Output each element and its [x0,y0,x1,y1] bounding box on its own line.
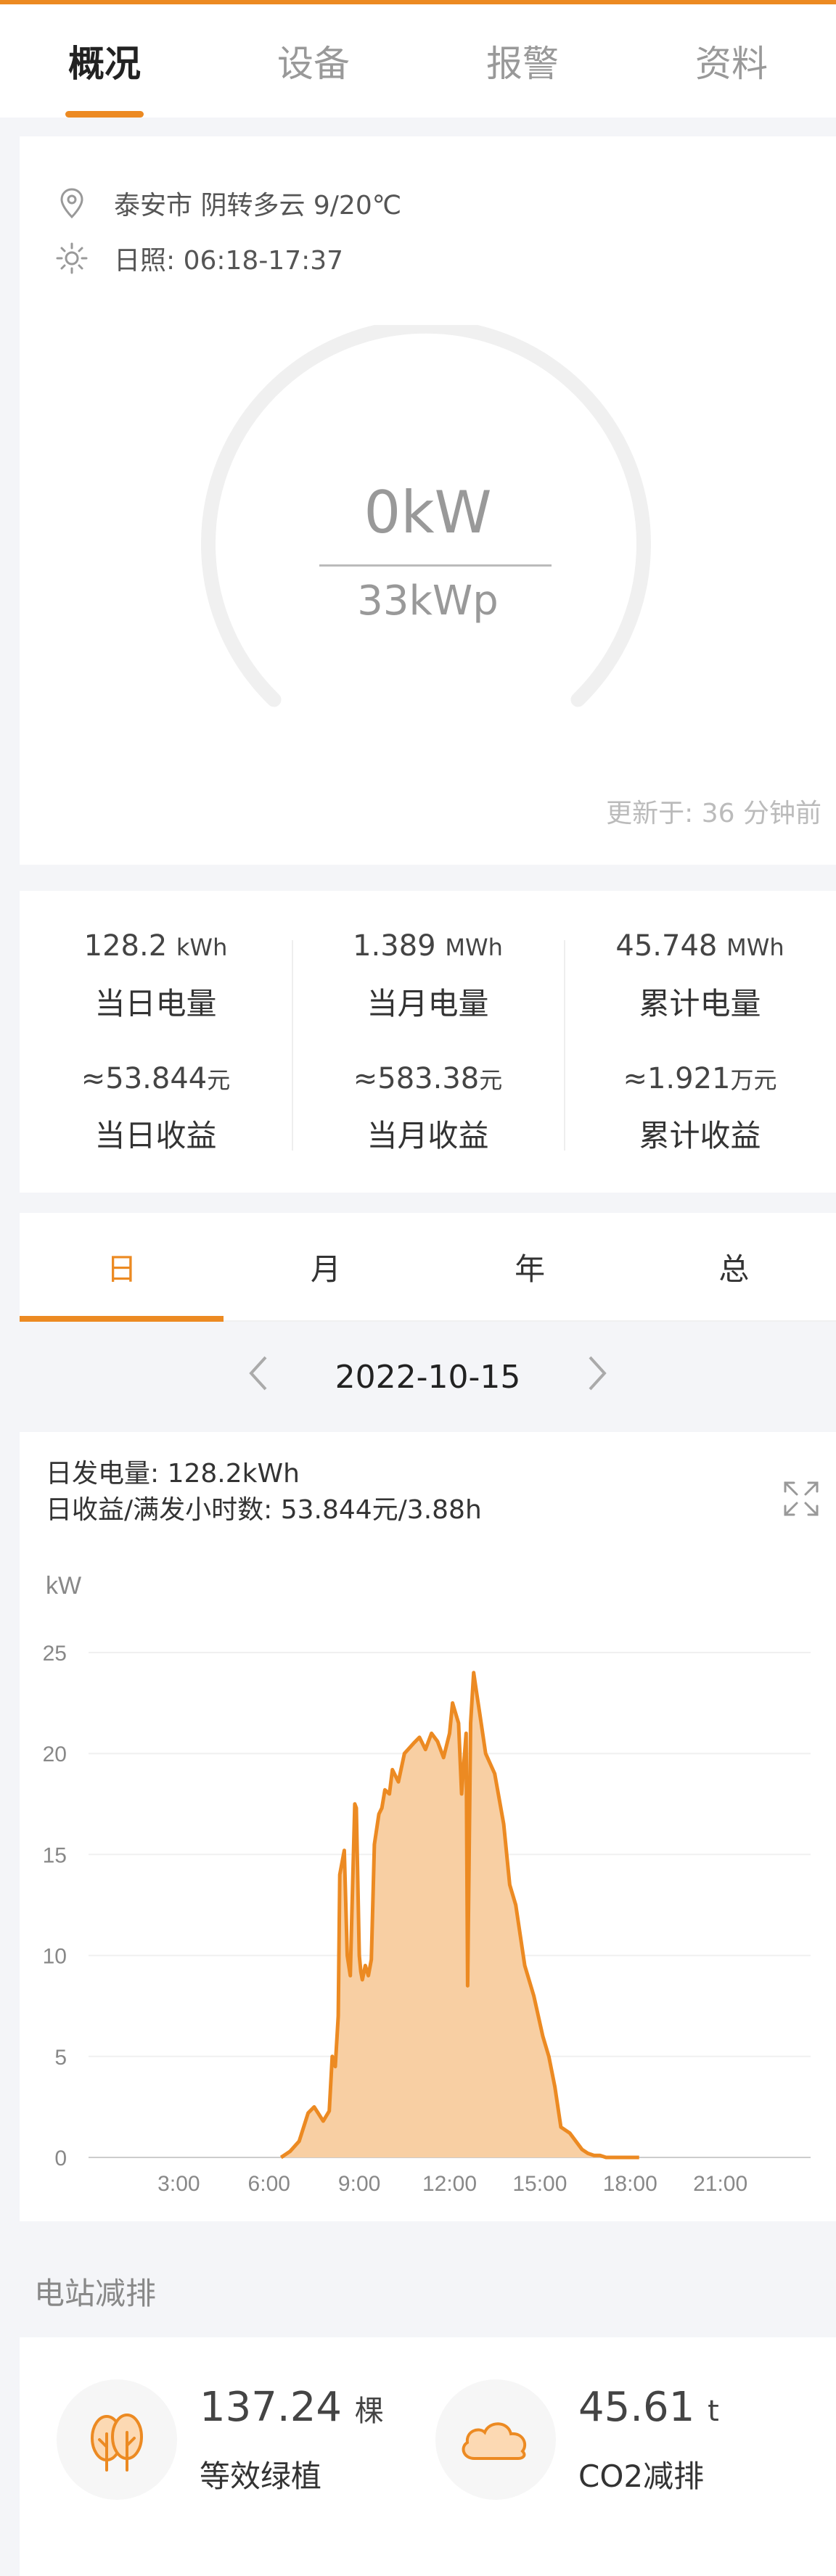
tab-year[interactable]: 年 [428,1213,632,1320]
cloud-icon-circle [435,2379,556,2500]
total-energy: 45.748 MWh [615,929,784,963]
y-tick-label: 20 [43,1742,67,1766]
y-tick-label: 25 [43,1642,67,1666]
tab-month[interactable]: 月 [224,1213,427,1320]
tree-value: 137.24 棵 [200,2384,384,2431]
x-tick-label: 3:00 [157,2172,200,2196]
cloud-icon [462,2422,527,2460]
tab-alarms[interactable]: 报警 [418,4,627,118]
section-title-emission: 电站减排 [34,2276,157,2311]
energy-stats-card: 128.2 kWh 当日电量 ≈53.844元 当日收益 1.389 MWh 当… [20,891,836,1193]
x-tick-label: 15:00 [512,2172,567,2196]
tab-documents[interactable]: 资料 [627,4,836,118]
y-tick-label: 0 [54,2147,67,2170]
tab-devices[interactable]: 设备 [209,4,418,118]
today-energy: 128.2 kWh [83,929,228,963]
x-tick-label: 18:00 [603,2172,657,2196]
updated-time: 更新于: 36 分钟前 [606,799,821,828]
power-chart-card: 日发电量: 128.2kWh 日收益/满发小时数: 53.844元/3.88h … [20,1432,836,2221]
today-energy-label: 当日电量 [94,986,217,1021]
y-tick-label: 10 [43,1945,67,1969]
installed-capacity: 33kWp [357,577,499,625]
power-area-chart: kW 0 5 10 15 20 25 3:00 6:00 9:00 12:00 15:00 18:00 2… [43,1572,811,2196]
weather-row: 泰安市 阴转多云 9/20℃ [54,184,401,222]
main-tab-bar: 概况 设备 报警 资料 [0,4,836,118]
x-tick-label: 12:00 [422,2172,477,2196]
today-income-label: 当日收益 [94,1118,217,1153]
y-tick-label: 5 [54,2046,67,2070]
x-tick-label: 21:00 [693,2172,747,2196]
co2-value: 45.61 t [578,2384,719,2431]
stat-total: 45.748 MWh 累计电量 ≈1.921万元 累计收益 [564,891,836,1193]
emission-reduction-card: 137.24 棵 等效绿植 45.61 t CO2减排 [20,2337,836,2576]
sun-icon [56,242,88,274]
month-energy-label: 当月电量 [366,986,489,1021]
selected-date[interactable]: 2022-10-15 [335,1359,521,1396]
weather-text: 泰安市 阴转多云 9/20℃ [114,191,402,221]
sunlight-row: 日照: 06:18-17:37 [54,239,343,277]
sunlight-text: 日照: 06:18-17:37 [114,246,344,276]
location-pin-icon [60,188,83,219]
tree-icon [91,2414,143,2472]
chevron-left-icon[interactable] [247,1354,270,1400]
station-status-card: 泰安市 阴转多云 9/20℃ 日照: 06:18-17:37 0kW 33kWp… [20,136,836,865]
tab-overview[interactable]: 概况 [0,4,209,118]
month-income-label: 当月收益 [366,1118,489,1153]
tab-total[interactable]: 总 [632,1213,836,1320]
stat-today: 128.2 kWh 当日电量 ≈53.844元 当日收益 [20,891,292,1193]
period-tab-bar: 日 月 年 总 [20,1213,836,1322]
y-tick-label: 15 [43,1843,67,1867]
chevron-right-icon[interactable] [586,1354,609,1400]
total-income-label: 累计收益 [639,1118,761,1153]
current-power: 0kW [364,479,492,546]
total-income: ≈1.921万元 [623,1062,777,1095]
tab-day[interactable]: 日 [20,1213,224,1322]
date-navigator: 2022-10-15 [20,1325,836,1429]
x-tick-label: 9:00 [338,2172,380,2196]
today-income: ≈53.844元 [81,1062,231,1095]
y-axis-unit-label: kW [46,1572,81,1600]
tree-label: 等效绿植 [200,2458,322,2494]
tree-icon-circle [57,2379,177,2500]
month-energy: 1.389 MWh [353,929,503,963]
gauge-divider [319,564,552,567]
month-income: ≈583.38元 [353,1062,503,1095]
x-tick-label: 6:00 [248,2172,290,2196]
stat-month: 1.389 MWh 当月电量 ≈583.38元 当月收益 [292,891,564,1193]
total-energy-label: 累计电量 [639,986,761,1021]
co2-label: CO2减排 [578,2458,705,2494]
